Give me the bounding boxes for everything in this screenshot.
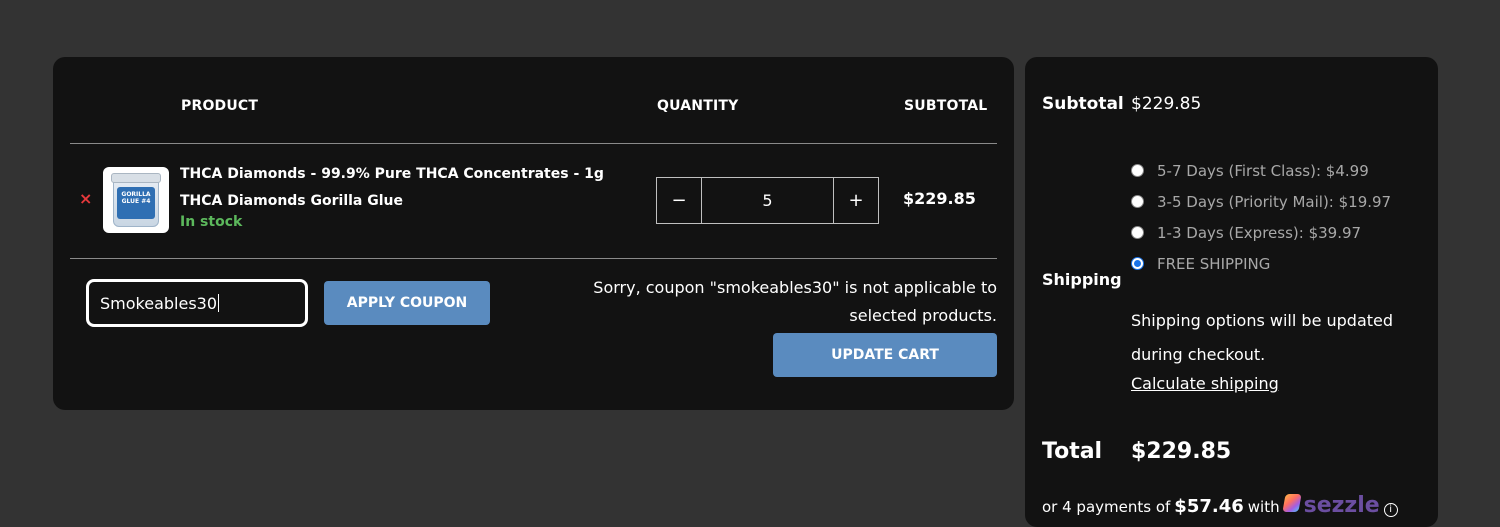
cart-totals-panel: Subtotal $229.85 5-7 Days (First Class):… [1025,57,1438,527]
divider [70,143,997,144]
shipping-option-first-class[interactable]: 5-7 Days (First Class): $4.99 [1131,155,1391,186]
product-name-link[interactable]: THCA Diamonds - 99.9% Pure THCA Concentr… [180,161,640,215]
text-cursor [218,294,220,312]
coupon-code-input[interactable]: Smokeables30 [86,279,308,327]
shipping-option-label: FREE SHIPPING [1157,254,1271,273]
quantity-stepper: − 5 + [656,177,879,224]
subtotal-value: $229.85 [1131,94,1202,114]
radio-button[interactable] [1131,164,1144,177]
remove-item-icon[interactable]: × [79,189,92,208]
apply-coupon-button[interactable]: APPLY COUPON [324,281,490,325]
jar-label: GORILLA GLUE #4 [117,187,155,219]
stock-status: In stock [180,214,243,230]
coupon-code-value: Smokeables30 [100,293,218,313]
sezzle-brand: sezzle [1303,493,1380,518]
sezzle-prefix: or 4 payments of [1042,498,1171,516]
header-quantity: QUANTITY [657,98,739,114]
header-product: PRODUCT [181,98,259,114]
sezzle-amount: $57.46 [1174,496,1244,517]
quantity-input[interactable]: 5 [701,178,834,223]
info-icon[interactable]: i [1383,503,1398,517]
shipping-option-express[interactable]: 1-3 Days (Express): $39.97 [1131,217,1391,248]
sezzle-with: with [1247,498,1280,516]
divider [70,258,997,259]
cart-panel: PRODUCT QUANTITY SUBTOTAL × GORILLA GLUE… [53,57,1014,410]
coupon-error-message: Sorry, coupon "smokeables30" is not appl… [593,278,997,325]
update-cart-button[interactable]: UPDATE CART [773,333,997,377]
shipping-option-label: 3-5 Days (Priority Mail): $19.97 [1157,192,1392,211]
total-label: Total [1042,439,1103,464]
shipping-note: Shipping options will be updated during … [1131,311,1394,364]
product-thumbnail[interactable]: GORILLA GLUE #4 [103,167,169,233]
radio-button[interactable] [1131,195,1144,208]
radio-button-selected[interactable] [1131,257,1144,270]
line-subtotal: $229.85 [903,189,976,208]
jar-lid [111,173,161,183]
shipping-option-priority-mail[interactable]: 3-5 Days (Priority Mail): $19.97 [1131,186,1391,217]
sezzle-installments: or 4 payments of $57.46 with sezzle i [1042,493,1398,518]
subtotal-label: Subtotal [1042,94,1124,114]
shipping-option-label: 5-7 Days (First Class): $4.99 [1157,161,1369,180]
shipping-options: 5-7 Days (First Class): $4.99 3-5 Days (… [1131,155,1391,279]
calculate-shipping-link[interactable]: Calculate shipping [1131,374,1279,393]
quantity-decrease-button[interactable]: − [657,178,701,223]
radio-button[interactable] [1131,226,1144,239]
shipping-option-free[interactable]: FREE SHIPPING [1131,248,1391,279]
shipping-label: Shipping [1042,270,1122,289]
sezzle-logo-icon [1282,494,1302,512]
header-subtotal: SUBTOTAL [904,98,988,114]
quantity-increase-button[interactable]: + [834,178,878,223]
shipping-option-label: 1-3 Days (Express): $39.97 [1157,223,1362,242]
total-value: $229.85 [1131,439,1232,464]
